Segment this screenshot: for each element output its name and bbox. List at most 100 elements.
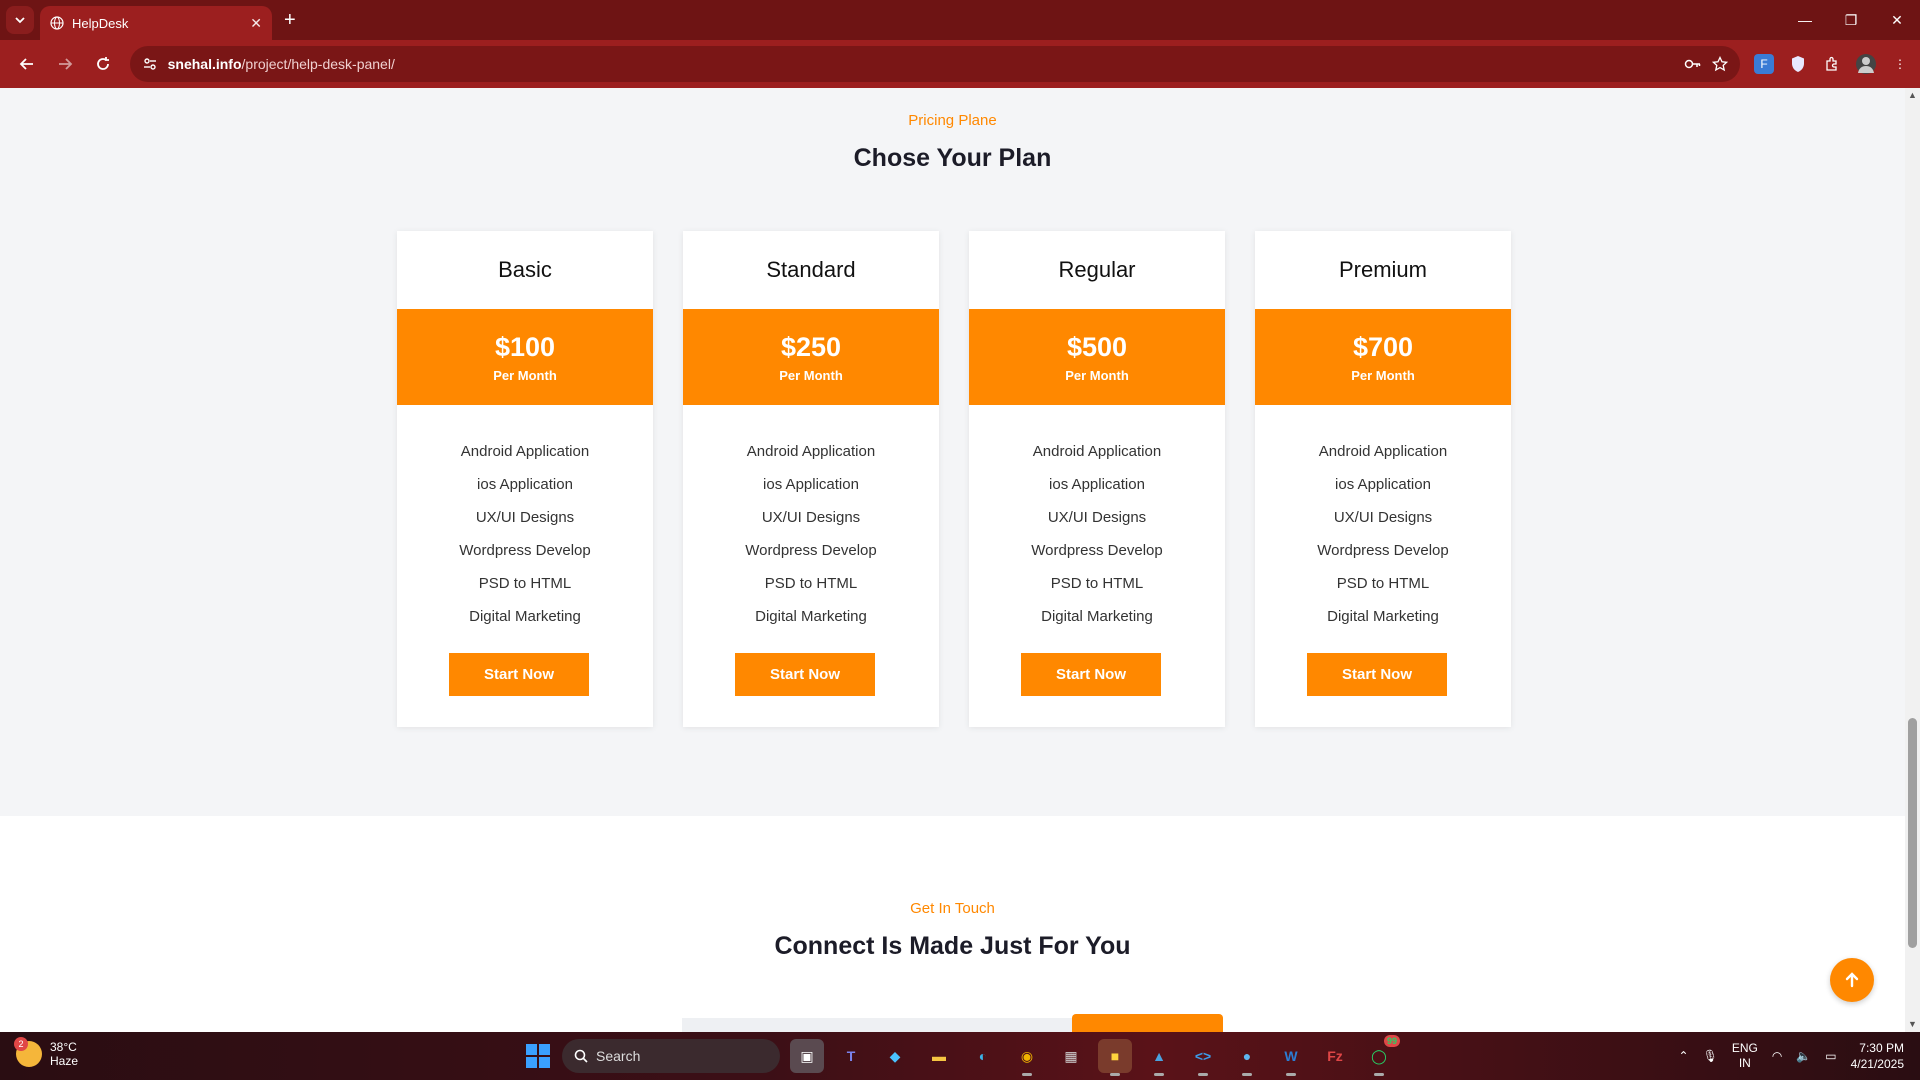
task-view-icon[interactable]: ▣: [790, 1039, 824, 1073]
scrollbar-thumb[interactable]: [1908, 718, 1917, 948]
pricing-cards: Basic $100 Per Month Android Application…: [397, 231, 1511, 727]
minimize-button[interactable]: —: [1782, 0, 1828, 40]
file-explorer-icon[interactable]: ▬: [922, 1039, 956, 1073]
profile-avatar[interactable]: [1856, 54, 1876, 74]
word-icon[interactable]: W: [1274, 1039, 1308, 1076]
clock[interactable]: 7:30 PM 4/21/2025: [1851, 1040, 1904, 1072]
list-item: ios Application: [1049, 476, 1145, 493]
arrow-left-icon: [19, 58, 33, 70]
shield-icon[interactable]: [1788, 54, 1808, 74]
docker-icon[interactable]: ●: [1230, 1039, 1264, 1076]
list-item: ios Application: [1335, 476, 1431, 493]
new-tab-button[interactable]: +: [284, 9, 296, 32]
list-item: UX/UI Designs: [1333, 509, 1433, 526]
plan-card-basic: Basic $100 Per Month Android Application…: [397, 231, 653, 727]
bookmark-star-icon[interactable]: [1712, 56, 1728, 72]
contact-section: Get In Touch Connect Is Made Just For Yo…: [0, 816, 1905, 1032]
close-window-button[interactable]: ✕: [1874, 0, 1920, 40]
volume-icon[interactable]: 🔈: [1796, 1049, 1811, 1063]
key-icon[interactable]: [1684, 57, 1702, 71]
microphone-icon[interactable]: 🎙: [1703, 1049, 1718, 1063]
photos-icon[interactable]: ▲: [1142, 1039, 1176, 1076]
sticky-notes-icon[interactable]: ■: [1098, 1039, 1132, 1076]
plan-price: $700: [1352, 331, 1414, 362]
arrow-right-icon: [58, 58, 73, 70]
edge-icon[interactable]: ◐: [966, 1039, 1000, 1073]
url-host: snehal.info: [167, 56, 242, 72]
arrow-up-icon: [1845, 972, 1859, 988]
clock-date: 4/21/2025: [1850, 1057, 1904, 1071]
tab-search-button[interactable]: [6, 6, 34, 34]
site-settings-icon[interactable]: [142, 56, 158, 72]
page-scrollbar[interactable]: ▲ ▼: [1905, 88, 1920, 1032]
start-now-button-basic[interactable]: Start Now: [449, 653, 589, 696]
reload-icon: [96, 57, 109, 70]
url-path: /project/help-desk-panel/: [241, 56, 395, 72]
puzzle-icon[interactable]: [1822, 54, 1842, 74]
start-now-button-premium[interactable]: Start Now: [1307, 653, 1447, 696]
plan-features: Android Application ios Application UX/U…: [397, 435, 653, 633]
contact-submit-button[interactable]: [1072, 1014, 1223, 1032]
windows-start-icon[interactable]: [524, 1042, 552, 1070]
store-icon[interactable]: ▦: [1054, 1039, 1088, 1073]
plan-card-regular: Regular $500 Per Month Android Applicati…: [969, 231, 1225, 727]
chevron-up-icon[interactable]: ⌃: [1679, 1049, 1689, 1063]
whatsapp-badge: 99: [1383, 1035, 1400, 1047]
pricing-eyebrow: Pricing Plane: [908, 112, 997, 129]
language-indicator[interactable]: ENG IN: [1732, 1041, 1758, 1071]
plan-price-box: $700 Per Month: [1255, 309, 1511, 405]
vscode-icon[interactable]: <>: [1186, 1039, 1220, 1076]
lang-line-2: IN: [1738, 1056, 1751, 1070]
list-item: Digital Marketing: [1041, 608, 1153, 625]
teams-icon[interactable]: T: [834, 1039, 868, 1073]
scroll-up-arrow[interactable]: ▲: [1907, 90, 1918, 101]
weather-badge: 2: [14, 1037, 28, 1051]
restore-button[interactable]: ❐: [1828, 0, 1874, 40]
plan-features: Android Application ios Application UX/U…: [1255, 435, 1511, 633]
browser-tab[interactable]: HelpDesk ✕: [40, 6, 272, 40]
plan-name: Regular: [1058, 257, 1136, 282]
filezilla-icon[interactable]: Fz: [1318, 1039, 1352, 1073]
search-label: Search: [596, 1048, 641, 1064]
address-bar[interactable]: snehal.info/project/help-desk-panel/: [129, 46, 1740, 82]
back-button[interactable]: [10, 46, 44, 82]
plan-period: Per Month: [1351, 367, 1415, 383]
plan-price: $500: [1066, 331, 1128, 362]
list-item: Wordpress Develop: [1317, 542, 1449, 559]
scroll-down-arrow[interactable]: ▼: [1907, 1019, 1918, 1030]
weather-widget[interactable]: 2 38°C Haze: [14, 1037, 78, 1068]
contact-input-field[interactable]: [682, 1018, 1072, 1032]
list-item: ios Application: [477, 476, 573, 493]
list-item: Wordpress Develop: [459, 542, 591, 559]
list-item: Android Application: [1032, 443, 1162, 460]
list-item: PSD to HTML: [478, 575, 572, 592]
start-now-button-regular[interactable]: Start Now: [1021, 653, 1161, 696]
copilot-icon[interactable]: ◆: [878, 1039, 912, 1073]
chrome-icon[interactable]: ◉: [1010, 1039, 1044, 1076]
fb-extension-icon[interactable]: F: [1754, 54, 1774, 74]
close-tab-icon[interactable]: ✕: [250, 15, 262, 32]
plan-name: Basic: [498, 257, 552, 282]
wifi-icon[interactable]: ◠: [1772, 1049, 1782, 1063]
taskbar-search[interactable]: Search: [562, 1039, 780, 1073]
reload-button[interactable]: [86, 46, 120, 82]
plan-card-standard: Standard $250 Per Month Android Applicat…: [683, 231, 939, 727]
more-menu-icon[interactable]: ⋮: [1890, 54, 1910, 74]
plan-name: Standard: [766, 257, 856, 282]
plan-features: Android Application ios Application UX/U…: [683, 435, 939, 633]
window-controls: — ❐ ✕: [1782, 0, 1920, 40]
list-item: UX/UI Designs: [761, 509, 861, 526]
plan-price: $250: [780, 331, 842, 362]
battery-icon[interactable]: ▭: [1825, 1049, 1836, 1063]
forward-button[interactable]: [48, 46, 82, 82]
plan-period: Per Month: [779, 367, 843, 383]
list-item: PSD to HTML: [764, 575, 858, 592]
list-item: Digital Marketing: [755, 608, 867, 625]
whatsapp-icon[interactable]: ◯ 99: [1362, 1035, 1400, 1076]
plan-price-box: $100 Per Month: [397, 309, 653, 405]
system-tray: ⌃ 🎙 ENG IN ◠ 🔈 ▭ 7:30 PM 4/21/2025: [1679, 1038, 1904, 1074]
weather-sun-icon: 2: [14, 1037, 42, 1067]
back-to-top-button[interactable]: [1830, 958, 1874, 1002]
page-viewport: Pricing Plane Chose Your Plan Basic $100…: [0, 88, 1905, 1032]
start-now-button-standard[interactable]: Start Now: [735, 653, 875, 696]
